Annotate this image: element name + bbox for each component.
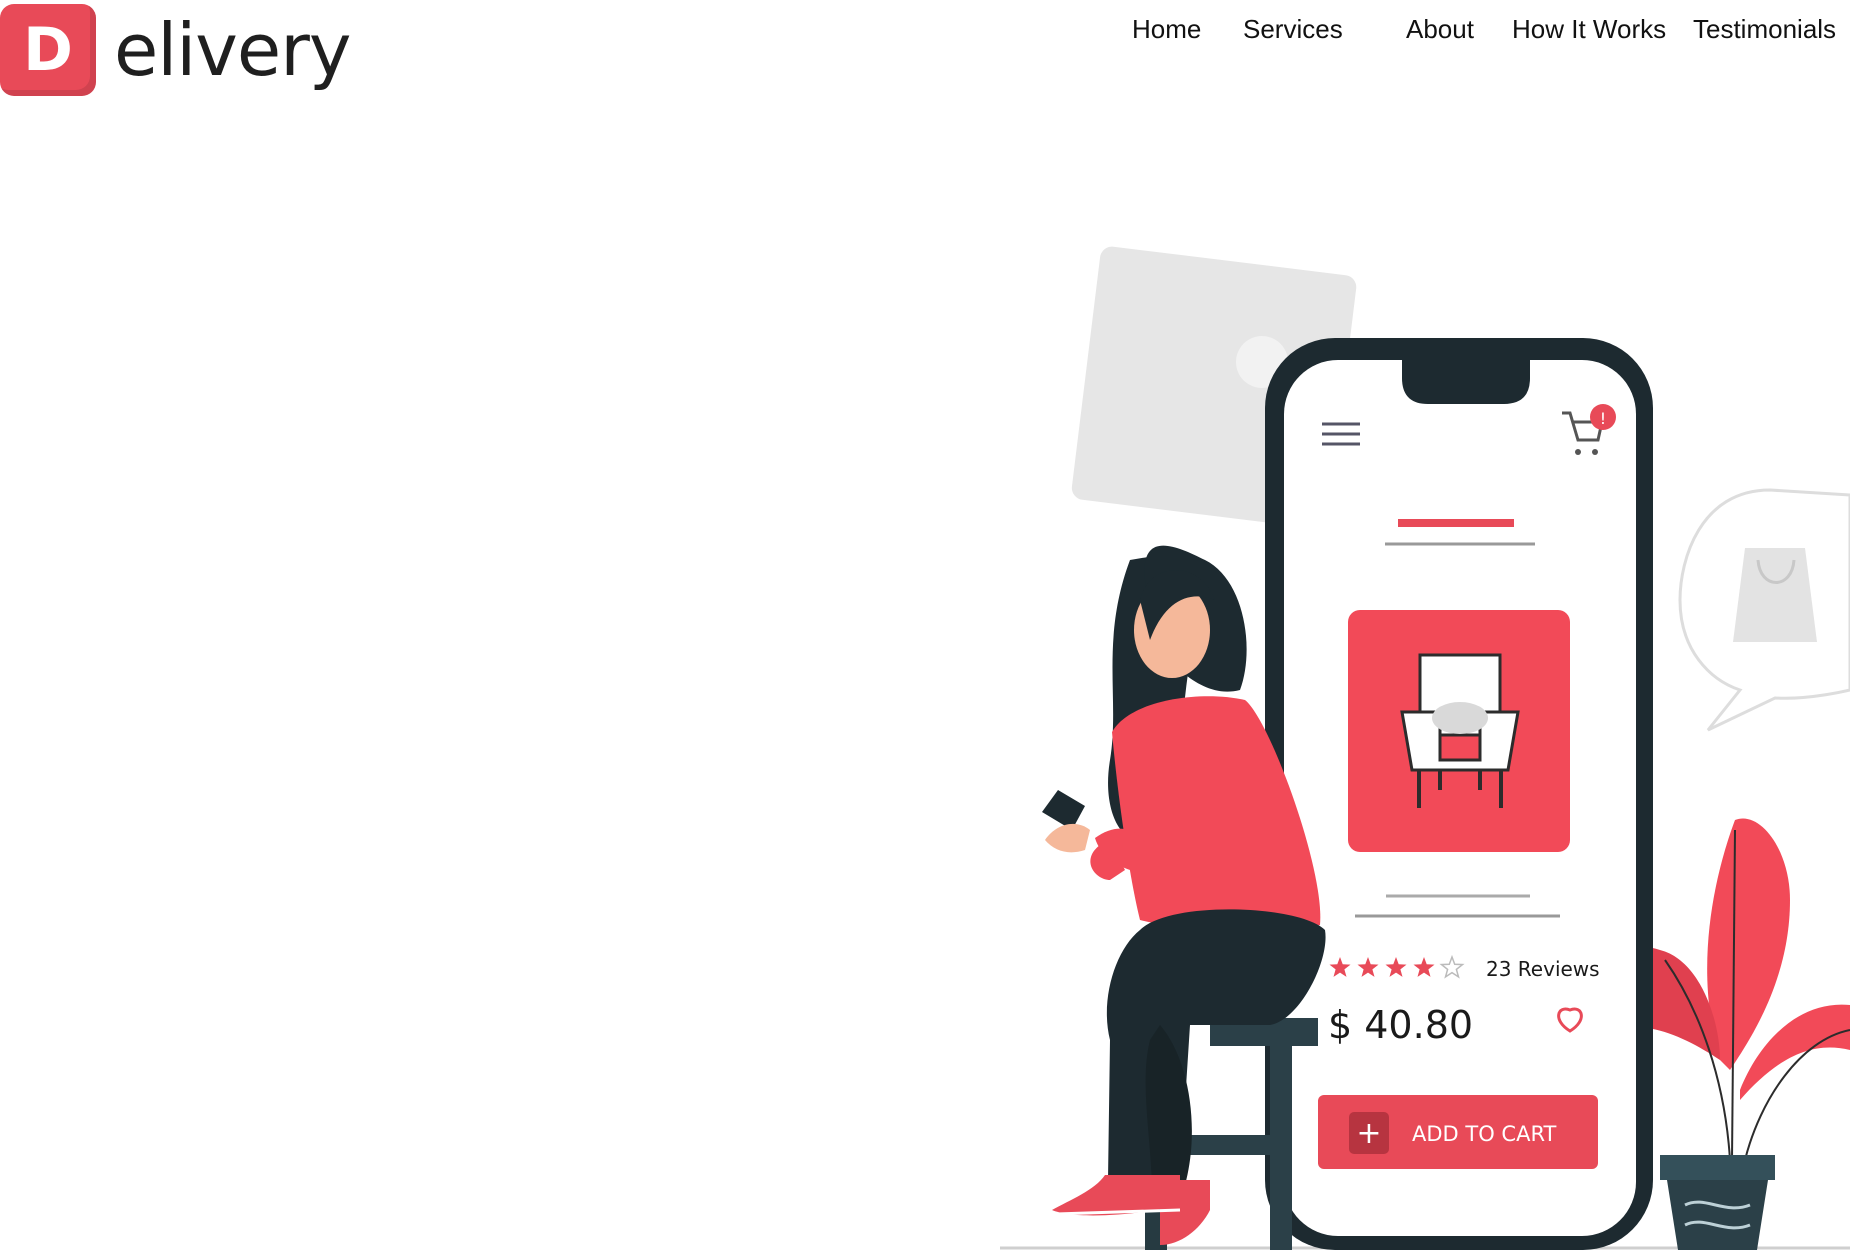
brand-name: elivery: [114, 8, 351, 92]
nav-testimonials[interactable]: Testimonials: [1693, 14, 1836, 45]
speech-bubble-bag: [1678, 488, 1850, 732]
title-placeholder: [1398, 519, 1514, 527]
nav-about[interactable]: About: [1406, 14, 1474, 45]
product-price: $ 40.80: [1328, 1003, 1473, 1047]
nav-how-it-works[interactable]: How It Works: [1512, 14, 1666, 45]
product-image: [1348, 610, 1570, 852]
plus-icon: +: [1356, 1116, 1381, 1151]
nav-home[interactable]: Home: [1132, 14, 1201, 45]
logo-badge: D: [0, 4, 96, 96]
nav-services[interactable]: Services: [1243, 14, 1343, 45]
brand-logo[interactable]: D elivery: [0, 4, 351, 96]
cart-badge-text: !: [1600, 409, 1606, 428]
phone-mockup: ! 23 Reviews $ 40.80 + ADD TO CART: [1265, 338, 1653, 1250]
add-to-cart-label: ADD TO CART: [1412, 1122, 1557, 1146]
add-to-cart-button: + ADD TO CART: [1318, 1095, 1598, 1169]
hero-illustration: ! 23 Reviews $ 40.80 + ADD TO CART: [1000, 246, 1850, 1250]
reviews-count: 23 Reviews: [1486, 957, 1600, 981]
shopping-bag-icon: [1733, 548, 1817, 642]
